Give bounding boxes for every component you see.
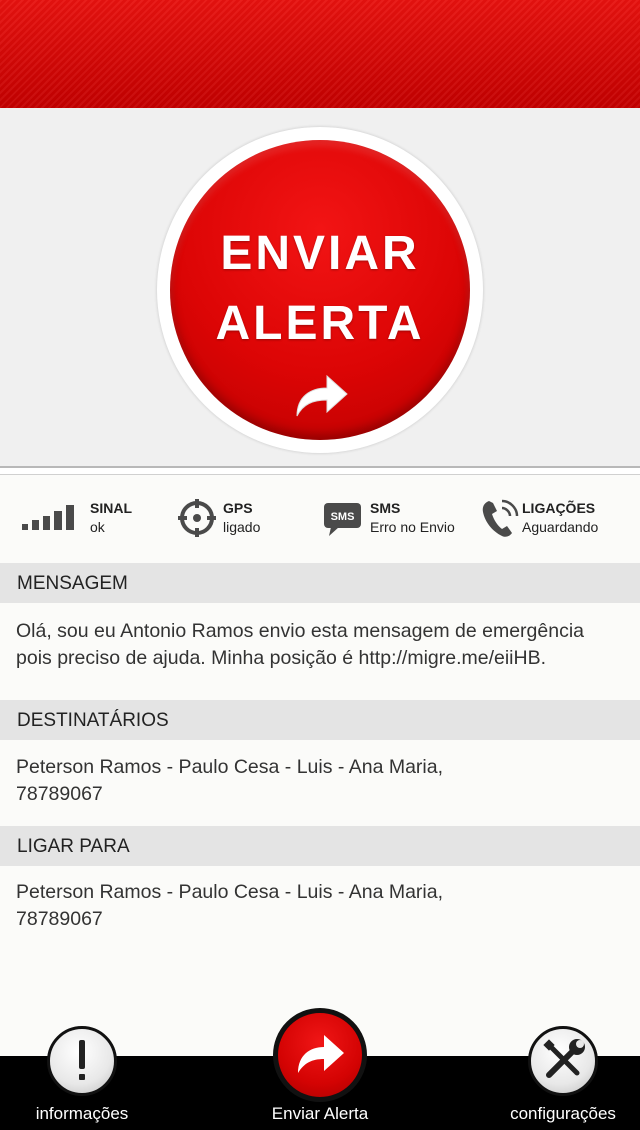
recipients-line: Peterson Ramos - Paulo Cesa - Luis - Ana… xyxy=(16,756,444,778)
settings-tab-button[interactable] xyxy=(528,1026,598,1096)
alert-button-label-line2: ALERTA xyxy=(215,297,425,350)
call-to-section-header: LIGAR PARA xyxy=(0,826,640,866)
message-text[interactable]: Olá, sou eu Antonio Ramos envio esta men… xyxy=(16,618,636,672)
calls-status: Aguardando xyxy=(522,519,599,535)
message-line: Olá, sou eu Antonio Ramos envio esta men… xyxy=(16,620,584,642)
calls-title: LIGAÇÕES xyxy=(522,500,596,516)
status-gps: GPS ligado xyxy=(178,476,298,562)
send-alert-tab-label[interactable]: Enviar Alerta xyxy=(240,1104,400,1124)
svg-text:SMS: SMS xyxy=(331,511,355,523)
info-tab-label[interactable]: informações xyxy=(0,1104,164,1124)
settings-tab-label[interactable]: configurações xyxy=(480,1104,640,1124)
share-arrow-icon xyxy=(296,374,348,417)
gps-title: GPS xyxy=(223,500,253,516)
call-to-text[interactable]: Peterson Ramos - Paulo Cesa - Luis - Ana… xyxy=(16,879,636,933)
share-arrow-icon xyxy=(298,1035,344,1073)
hero-divider xyxy=(0,466,640,475)
status-bar: SINAL ok GPS ligado SMS SMS Erro no Envi… xyxy=(0,476,640,562)
call-to-line: Peterson Ramos - Paulo Cesa - Luis - Ana… xyxy=(16,881,444,903)
call-to-line: 78789067 xyxy=(16,908,103,930)
alert-button-label-line1: ENVIAR xyxy=(220,227,420,280)
exclamation-icon xyxy=(79,1040,85,1080)
top-header-bar xyxy=(0,0,640,108)
signal-bars-icon xyxy=(22,505,74,530)
signal-status: ok xyxy=(90,519,105,535)
status-sms: SMS SMS Erro no Envio xyxy=(323,476,473,562)
sms-bubble-icon: SMS xyxy=(324,503,361,536)
signal-title: SINAL xyxy=(90,500,132,516)
send-alert-button[interactable]: ENVIAR ALERTA xyxy=(170,140,470,440)
recipients-section-header: DESTINATÁRIOS xyxy=(0,700,640,740)
recipients-text[interactable]: Peterson Ramos - Paulo Cesa - Luis - Ana… xyxy=(16,754,636,808)
gps-status: ligado xyxy=(223,519,261,535)
message-section-header: MENSAGEM xyxy=(0,563,640,603)
send-alert-tab-button[interactable] xyxy=(273,1008,367,1102)
phone-icon xyxy=(482,499,519,537)
status-calls: LIGAÇÕES Aguardando xyxy=(480,476,630,562)
status-signal: SINAL ok xyxy=(22,476,162,562)
info-tab-button[interactable] xyxy=(47,1026,117,1096)
sms-status: Erro no Envio xyxy=(370,519,455,535)
crosshair-icon xyxy=(178,499,216,537)
recipients-line: 78789067 xyxy=(16,783,103,805)
message-line: pois preciso de ajuda. Minha posição é h… xyxy=(16,647,547,669)
sms-title: SMS xyxy=(370,500,401,516)
wrench-screwdriver-icon xyxy=(543,1039,585,1078)
